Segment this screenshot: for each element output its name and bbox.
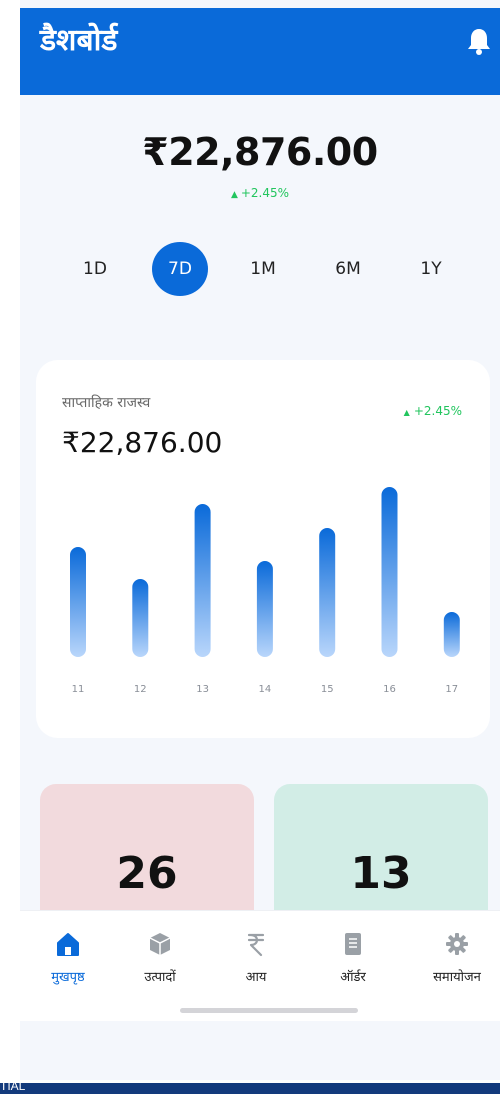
app-screen: डैशबोर्ड ₹22,876.00 ▲ +2.45% 1D 7D 1M 6M … — [20, 0, 500, 1080]
range-7d[interactable]: 7D — [152, 242, 208, 296]
range-1m[interactable]: 1M — [235, 242, 291, 296]
home-icon — [57, 933, 79, 956]
time-range-selector: 1D 7D 1M 6M 1Y — [60, 242, 460, 296]
nav-item-income[interactable]: आय — [206, 931, 306, 985]
x-tick-label: 15 — [321, 684, 334, 695]
bottom-strip-text: TIAL — [0, 1083, 26, 1093]
nav-item-settings[interactable]: समायोजन — [407, 931, 500, 985]
stat-value: 26 — [116, 848, 178, 899]
x-tick-label: 13 — [196, 684, 209, 695]
bell-icon[interactable] — [466, 26, 492, 56]
range-1d[interactable]: 1D — [67, 242, 123, 296]
x-tick-label: 12 — [134, 684, 147, 695]
stat-tile-red[interactable]: 26 — [40, 784, 254, 924]
rupee-icon — [247, 933, 265, 957]
box-icon — [149, 933, 171, 955]
bar-13 — [194, 504, 211, 657]
nav-label: समायोजन — [433, 970, 481, 985]
revenue-bar-chart: 11 12 13 14 15 16 17 — [70, 487, 460, 695]
nav-label: ऑर्डर — [340, 970, 366, 985]
x-tick-label: 14 — [259, 684, 272, 695]
document-icon — [345, 933, 361, 955]
x-tick-label: 11 — [72, 684, 85, 695]
app-header: डैशबोर्ड — [20, 8, 500, 95]
x-tick-label: 17 — [445, 684, 458, 695]
bottom-strip: TIAL — [0, 1083, 500, 1094]
range-6m[interactable]: 6M — [320, 242, 376, 296]
stat-tile-green[interactable]: 13 — [274, 784, 488, 924]
range-1y[interactable]: 1Y — [403, 242, 459, 296]
nav-item-products[interactable]: उत्पादों — [110, 931, 210, 985]
bar-16 — [381, 487, 398, 657]
page-title: डैशबोर्ड — [40, 23, 118, 58]
nav-item-home[interactable]: मुखपृष्ठ — [20, 931, 118, 985]
up-arrow-icon: ▲ — [230, 190, 238, 200]
balance-change-value: +2.45% — [240, 186, 290, 200]
weekly-revenue-card: साप्ताहिक राजस्व ▲ +2.45% ₹22,876.00 11 12… — [36, 360, 490, 738]
balance-change: ▲ +2.45% — [20, 186, 500, 200]
home-indicator — [180, 1008, 358, 1013]
nav-item-orders[interactable]: ऑर्डर — [303, 931, 403, 985]
nav-label: मुखपृष्ठ — [51, 970, 85, 985]
bar-17 — [443, 612, 460, 657]
bar-15 — [319, 528, 336, 657]
x-tick-label: 16 — [383, 684, 396, 695]
gear-icon — [446, 933, 468, 955]
nav-label: आय — [245, 970, 267, 985]
nav-label: उत्पादों — [144, 970, 176, 985]
bottom-navigation: मुखपृष्ठ उत्पादों आय ऑर्डर समायोजन — [20, 910, 500, 1021]
bar-12 — [132, 579, 149, 657]
stat-value: 13 — [350, 848, 412, 899]
bar-14 — [256, 561, 273, 657]
total-balance: ₹22,876.00 — [142, 130, 378, 174]
bar-11 — [70, 547, 86, 657]
